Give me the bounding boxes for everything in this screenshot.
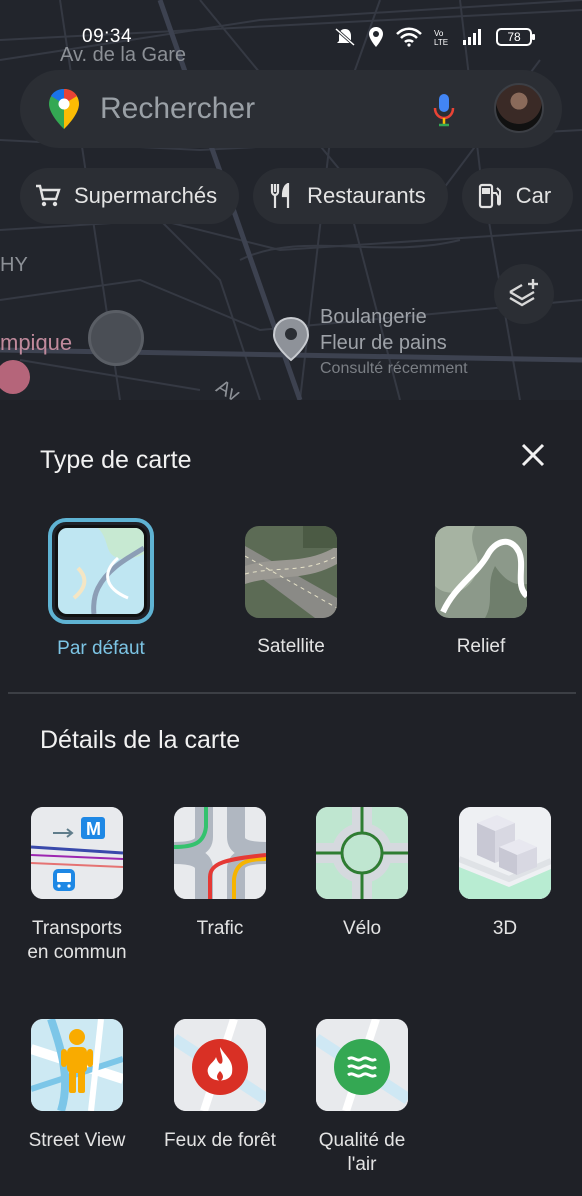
chip-label: Car	[515, 183, 552, 208]
fork-knife-icon	[267, 182, 295, 210]
map-type-relief[interactable]: Relief	[401, 518, 561, 658]
air-quality-icon	[316, 1019, 408, 1111]
bicycle-icon	[316, 807, 408, 899]
close-icon	[521, 443, 545, 467]
clock: 09:34	[82, 26, 133, 47]
detail-qualite-air[interactable]: Qualité de l'air	[302, 1019, 422, 1177]
detail-label: 3D	[492, 918, 518, 939]
street-label: HY	[0, 254, 28, 276]
detail-label: Feux de forêt	[164, 1130, 276, 1151]
map-type-satellite[interactable]: Satellite	[211, 518, 371, 658]
svg-text:M: M	[86, 819, 101, 839]
search-input[interactable]: Rechercher	[100, 92, 255, 126]
transit-icon: M	[31, 807, 123, 899]
detail-feux-de-foret[interactable]: Feux de forêt	[160, 1019, 280, 1153]
poi-name-line1: Boulangerie	[320, 306, 427, 328]
map-view[interactable]: Av. de la Gare HY mpique Av Boulangerie …	[0, 0, 582, 400]
map-type-default[interactable]: Par défaut	[21, 518, 181, 660]
battery-indicator: 78	[496, 28, 535, 46]
svg-text:Vo: Vo	[434, 29, 444, 38]
chip-label: Restaurants	[307, 183, 426, 208]
map-type-label: Relief	[456, 636, 506, 657]
detail-label: Qualité de l'air	[302, 1129, 422, 1177]
chip-carburant[interactable]: Car	[461, 168, 574, 224]
detail-3d[interactable]: 3D	[445, 807, 565, 941]
volte-icon: Vo LTE	[434, 29, 448, 47]
detail-label: Street View	[28, 1130, 126, 1151]
signal-icon	[463, 29, 481, 45]
chip-label: Supermarchés	[74, 183, 218, 208]
profile-avatar[interactable]	[494, 83, 544, 133]
section-divider	[8, 692, 576, 694]
street-view-thumbnail	[31, 1019, 123, 1111]
poi-subtitle: Consulté récemment	[320, 360, 468, 377]
cart-icon	[34, 182, 62, 210]
status-icons: Vo LTE 78	[334, 26, 535, 48]
wildfire-thumbnail	[174, 1019, 266, 1111]
poi-photo-marker[interactable]	[88, 310, 144, 366]
detail-trafic[interactable]: Trafic	[160, 807, 280, 941]
map-type-label: Satellite	[257, 636, 325, 657]
detail-label: Transports en commun	[17, 917, 137, 965]
add-layers-button[interactable]	[494, 264, 554, 324]
search-bar[interactable]: Rechercher	[20, 70, 562, 148]
map-type-heading: Type de carte	[40, 446, 192, 474]
transit-thumbnail: M	[31, 807, 123, 899]
detail-velo[interactable]: Vélo	[302, 807, 422, 941]
fuel-icon	[476, 182, 504, 210]
chip-supermarches[interactable]: Supermarchés	[20, 168, 240, 224]
map-details-heading: Détails de la carte	[40, 726, 241, 754]
air-quality-thumbnail	[316, 1019, 408, 1111]
detail-label-line: Qualité de	[318, 1130, 406, 1151]
microphone-icon[interactable]	[432, 92, 456, 133]
wifi-icon	[396, 27, 422, 47]
fire-icon	[174, 1019, 266, 1111]
detail-label: Vélo	[342, 918, 382, 939]
relief-thumbnail	[435, 526, 527, 618]
location-icon	[369, 27, 383, 47]
detail-label-line: l'air	[347, 1154, 377, 1175]
muted-bell-icon	[335, 27, 355, 47]
pegman-icon	[31, 1019, 123, 1111]
status-bar: 09:34 Vo LTE 78	[0, 22, 582, 52]
detail-label-line: Transports	[31, 918, 123, 939]
detail-transports[interactable]: M Transports en commun	[17, 807, 137, 965]
map-type-default-frame	[48, 518, 154, 624]
default-map-thumbnail	[55, 525, 147, 617]
bicycle-thumbnail	[316, 807, 408, 899]
detail-label: Trafic	[196, 918, 244, 939]
map-type-label: Par défaut	[57, 638, 145, 659]
category-chips: Supermarchés Restaurants Car	[20, 168, 574, 224]
layers-bottom-sheet: Type de carte Par défaut Satellite Relie…	[0, 400, 582, 1196]
traffic-icon	[174, 807, 266, 899]
detail-label-line: en commun	[27, 942, 127, 963]
poi-pin-icon[interactable]	[272, 316, 310, 367]
detail-street-view[interactable]: Street View	[17, 1019, 137, 1153]
chip-restaurants[interactable]: Restaurants	[253, 168, 448, 224]
traffic-thumbnail	[174, 807, 266, 899]
place-label: mpique	[0, 330, 73, 355]
poi-label[interactable]: Boulangerie Fleur de pains Consulté réce…	[320, 304, 468, 382]
svg-text:LTE: LTE	[434, 38, 448, 47]
satellite-thumbnail	[245, 526, 337, 618]
3d-thumbnail	[459, 807, 551, 899]
layers-plus-icon	[509, 279, 538, 307]
poi-name-line2: Fleur de pains	[320, 332, 447, 354]
google-maps-logo-icon	[48, 88, 80, 135]
close-button[interactable]	[516, 438, 550, 472]
3d-buildings-icon	[459, 807, 551, 899]
